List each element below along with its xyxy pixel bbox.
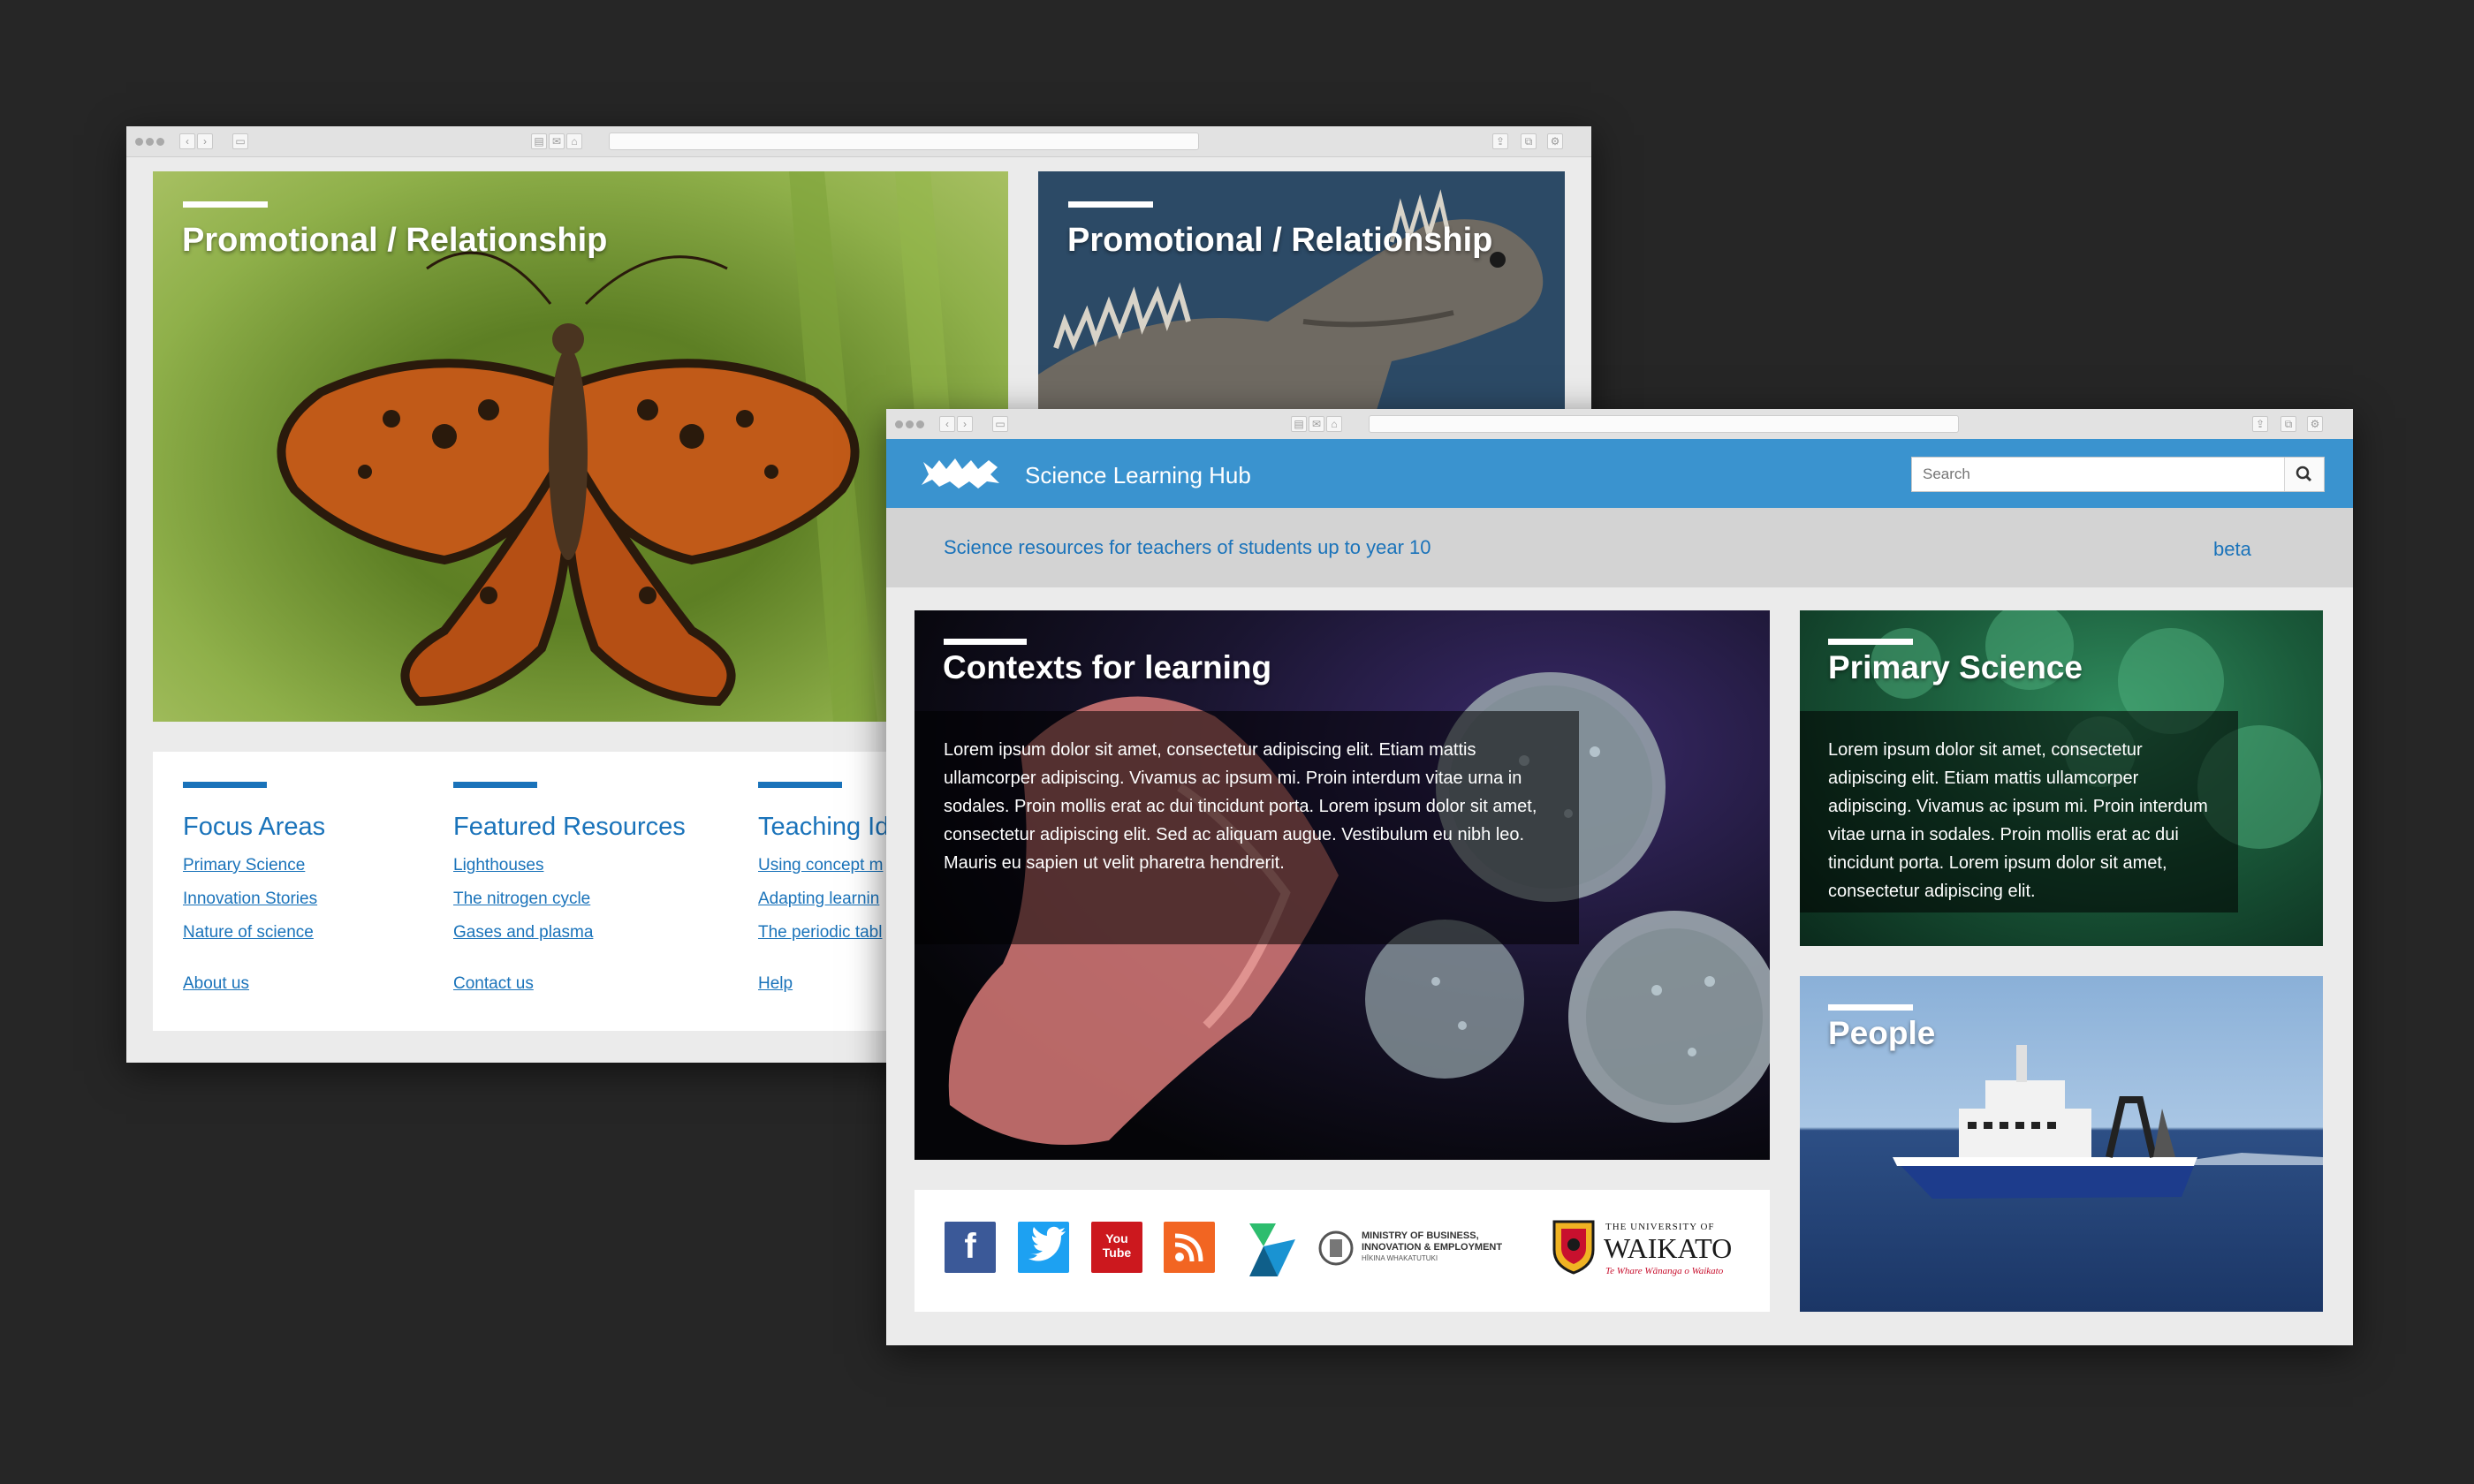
window-dot[interactable] — [895, 420, 903, 428]
site-logo-icon[interactable] — [920, 457, 1001, 490]
nz-crest-icon — [1318, 1230, 1354, 1266]
tuatara-image — [1038, 189, 1544, 419]
twitter-bird-icon — [1028, 1226, 1066, 1261]
browser-toolbar: ‹ › ▭ ▤ ✉ ⌂ ⇪ ⧉ ⚙ — [126, 126, 1591, 157]
partner-logo-icon[interactable] — [1246, 1220, 1299, 1280]
settings-gear-icon[interactable]: ⚙ — [1547, 133, 1563, 149]
column-heading: Teaching Id — [758, 813, 890, 841]
site-title[interactable]: Science Learning Hub — [1025, 462, 1251, 489]
link-concept-maps[interactable]: Using concept m — [758, 856, 889, 875]
tagline-bar: Science resources for teachers of studen… — [886, 508, 2353, 587]
window-dot[interactable] — [146, 138, 154, 146]
people-tile[interactable]: People — [1800, 976, 2323, 1312]
column-heading: Focus Areas — [183, 813, 326, 841]
link-contact-us[interactable]: Contact us — [453, 974, 686, 994]
teaching-ideas-column: Teaching Id Using concept m Adapting lea… — [758, 782, 889, 994]
promo-tile-tuatara[interactable]: Promotional / Relationship — [1038, 171, 1565, 419]
link-innovation-stories[interactable]: Innovation Stories — [183, 890, 325, 909]
tile-title: Promotional / Relationship — [1067, 222, 1493, 259]
window-dot[interactable] — [156, 138, 164, 146]
rss-icon[interactable] — [1164, 1222, 1215, 1273]
link-help[interactable]: Help — [758, 974, 889, 994]
link-adapting-learning[interactable]: Adapting learnin — [758, 890, 889, 909]
focus-areas-column: Focus Areas Primary Science Innovation S… — [183, 782, 325, 994]
tile-title: People — [1828, 1015, 1936, 1051]
print-icon[interactable]: ▤ — [1291, 416, 1307, 432]
featured-resources-column: Featured Resources Lighthouses The nitro… — [453, 782, 686, 994]
search-icon — [2296, 466, 2312, 482]
back-arrow-icon[interactable]: ‹ — [179, 133, 195, 149]
forward-arrow-icon[interactable]: › — [957, 416, 973, 432]
address-bar[interactable] — [609, 132, 1199, 150]
sidebar-icon[interactable]: ▭ — [232, 133, 248, 149]
mbie-logo[interactable]: MINISTRY OF BUSINESS, INNOVATION & EMPLO… — [1316, 1227, 1528, 1271]
rss-feed-icon — [1174, 1233, 1203, 1262]
share-icon[interactable]: ⇪ — [2252, 416, 2268, 432]
link-periodic-table[interactable]: The periodic tabl — [758, 923, 889, 943]
footer-logos: f You Tube MINISTRY OF BUSINESS, INNOVAT… — [914, 1190, 1770, 1312]
tabs-icon[interactable]: ⧉ — [2280, 416, 2296, 432]
mail-icon[interactable]: ✉ — [1309, 416, 1324, 432]
window-dot[interactable] — [906, 420, 914, 428]
forward-arrow-icon[interactable]: › — [197, 133, 213, 149]
home-icon[interactable]: ⌂ — [566, 133, 582, 149]
link-gases-and-plasma[interactable]: Gases and plasma — [453, 923, 686, 943]
address-bar[interactable] — [1369, 415, 1959, 433]
search-button[interactable] — [2284, 458, 2324, 491]
tile-title: Contexts for learning — [943, 649, 1272, 685]
contexts-description: Lorem ipsum dolor sit amet, consectetur … — [914, 711, 1579, 944]
waikato-crest-icon — [1552, 1220, 1595, 1275]
search-box — [1911, 457, 2325, 492]
settings-gear-icon[interactable]: ⚙ — [2307, 416, 2323, 432]
youtube-icon[interactable]: You Tube — [1091, 1222, 1142, 1273]
link-nitrogen-cycle[interactable]: The nitrogen cycle — [453, 890, 686, 909]
sidebar-icon[interactable]: ▭ — [992, 416, 1008, 432]
browser-toolbar: ‹ › ▭ ▤ ✉ ⌂ ⇪ ⧉ ⚙ — [886, 409, 2353, 440]
window-dot[interactable] — [916, 420, 924, 428]
tagline-text: Science resources for teachers of studen… — [944, 536, 1431, 558]
tile-title: Primary Science — [1828, 649, 2083, 685]
site-header: Science Learning Hub — [886, 439, 2353, 508]
contexts-tile[interactable]: Contexts for learning Lorem ipsum dolor … — [914, 610, 1770, 1160]
twitter-icon[interactable] — [1018, 1222, 1069, 1273]
home-icon[interactable]: ⌂ — [1326, 416, 1342, 432]
primary-science-description: Lorem ipsum dolor sit amet, consectetur … — [1800, 711, 2238, 912]
tile-title: Promotional / Relationship — [182, 222, 608, 259]
column-heading: Featured Resources — [453, 813, 686, 841]
link-about-us[interactable]: About us — [183, 974, 325, 994]
primary-science-tile[interactable]: Primary Science Lorem ipsum dolor sit am… — [1800, 610, 2323, 946]
promo-tile-butterfly[interactable]: Promotional / Relationship — [153, 171, 1008, 722]
link-nature-of-science[interactable]: Nature of science — [183, 923, 325, 943]
link-lighthouses[interactable]: Lighthouses — [453, 856, 686, 875]
search-input[interactable] — [1912, 458, 2283, 491]
share-icon[interactable]: ⇪ — [1492, 133, 1508, 149]
waikato-logo[interactable]: THE UNIVERSITY OF WAIKATO Te Whare Wānan… — [1551, 1218, 1754, 1280]
tabs-icon[interactable]: ⧉ — [1521, 133, 1537, 149]
back-arrow-icon[interactable]: ‹ — [939, 416, 955, 432]
link-primary-science[interactable]: Primary Science — [183, 856, 325, 875]
mail-icon[interactable]: ✉ — [549, 133, 565, 149]
browser-window-front: ‹ › ▭ ▤ ✉ ⌂ ⇪ ⧉ ⚙ Science Learning Hub S… — [886, 409, 2353, 1345]
facebook-icon[interactable]: f — [945, 1222, 996, 1273]
print-icon[interactable]: ▤ — [531, 133, 547, 149]
beta-label: beta — [2213, 538, 2251, 560]
window-dot[interactable] — [135, 138, 143, 146]
